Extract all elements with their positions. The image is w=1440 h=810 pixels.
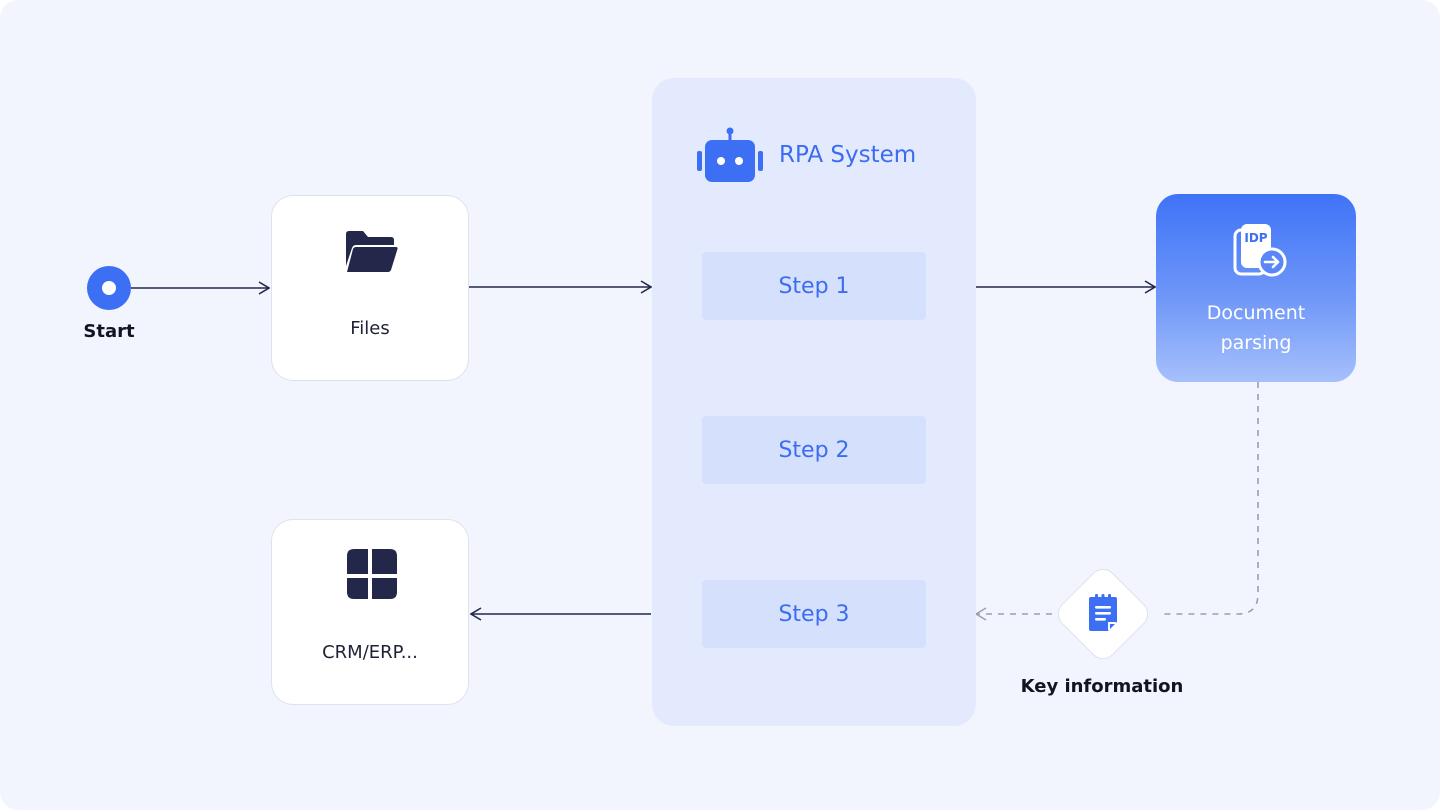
document-parsing-label: Document parsing: [1156, 298, 1356, 358]
edge-idp-to-key-info: [1160, 382, 1259, 615]
step-2[interactable]: Step 2: [702, 416, 926, 484]
step-1[interactable]: Step 1: [702, 252, 926, 320]
start-label: Start: [83, 321, 135, 342]
rpa-system-title: RPA System: [779, 142, 917, 168]
start-node[interactable]: [87, 266, 131, 310]
files-label: Files: [350, 318, 390, 339]
document-parsing-label-line2: parsing: [1220, 332, 1292, 354]
layout-grid-icon: [347, 549, 397, 599]
notepad-icon: [1089, 594, 1117, 631]
robot-icon: [697, 127, 763, 182]
crm-erp-node[interactable]: CRM/ERP...: [271, 519, 469, 705]
idp-document-icon: IDP: [1233, 224, 1287, 277]
key-information-label: Key information: [1020, 676, 1184, 697]
folder-icon: [346, 231, 398, 272]
document-parsing-label-line1: Document: [1206, 302, 1306, 324]
diagram-canvas: Start Files RPA System Step 1 Step 2 Ste…: [0, 0, 1440, 810]
step-3[interactable]: Step 3: [702, 580, 926, 648]
idp-badge-text: IDP: [1244, 231, 1267, 245]
document-parsing-node[interactable]: IDP Document parsing: [1156, 194, 1356, 382]
files-node[interactable]: Files: [271, 195, 469, 381]
crm-erp-label: CRM/ERP...: [322, 642, 418, 663]
